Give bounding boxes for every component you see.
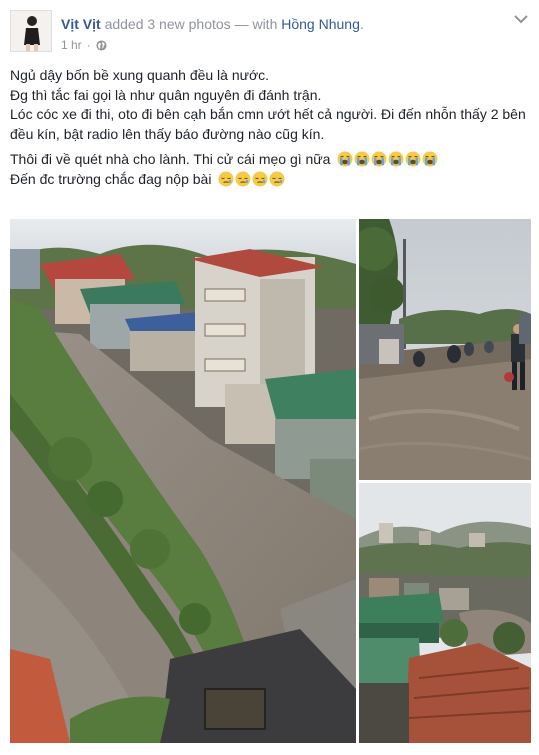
post-paragraph-2: Thôi đi về quét nhà cho lành. Thi cử cái… xyxy=(10,150,530,189)
header-period: . xyxy=(359,16,364,32)
sleepy-face-icon xyxy=(269,171,285,186)
globe-icon[interactable] xyxy=(96,39,107,51)
post-line: Lóc cóc xe đi thi, oto đi bên cạh bắn cm… xyxy=(10,106,526,142)
photo-flooded-town-view[interactable] xyxy=(359,483,531,743)
post-line-text: Thôi đi về quét nhà cho lành. Thi cử cái… xyxy=(10,151,331,167)
avatar[interactable] xyxy=(10,10,52,52)
sleepy-face-icon xyxy=(218,171,234,186)
post-line: Ngủ dậy bốn bề xung quanh đều là nước. xyxy=(10,67,270,83)
photo-flooded-town-view-image xyxy=(359,483,531,743)
post-line: Thôi đi về quét nhà cho lành. Thi cử cái… xyxy=(10,150,530,170)
crying-face-icon xyxy=(422,151,438,167)
post-time[interactable]: 1 hr xyxy=(61,37,82,53)
author-name[interactable]: Vịt Vịt xyxy=(61,16,101,32)
chevron-down-icon[interactable] xyxy=(513,12,529,26)
emoji-group-crying xyxy=(337,151,438,167)
post-line: Đến đc trường chắc đag nộp bài xyxy=(10,170,530,190)
crying-face-icon xyxy=(354,151,370,167)
photo-flooded-road-motorbikes-image xyxy=(359,219,531,480)
photo-flooded-street-aerial[interactable] xyxy=(10,219,356,743)
crying-face-icon xyxy=(405,151,421,167)
post-text: Ngủ dậy bốn bề xung quanh đều là nước. Đ… xyxy=(10,66,530,195)
with-prefix: — with xyxy=(234,16,278,32)
crying-face-icon xyxy=(388,151,404,167)
emoji-group-sleepy xyxy=(218,171,285,187)
sleepy-face-icon xyxy=(235,171,251,186)
crying-face-icon xyxy=(371,151,387,167)
post-line: Đg thì tắc fai gọi là như quân nguyên đi… xyxy=(10,86,322,103)
post-paragraph-1: Ngủ dậy bốn bề xung quanh đều là nước. Đ… xyxy=(10,66,530,144)
post-subheader: 1 hr · xyxy=(61,37,107,53)
sleepy-face-icon xyxy=(252,171,268,186)
photo-flooded-road-motorbikes[interactable] xyxy=(359,219,531,480)
feed-post: Vịt Vịt added 3 new photos — with Hồng N… xyxy=(0,0,539,755)
crying-face-icon xyxy=(337,151,353,167)
avatar-image xyxy=(11,11,51,51)
post-line-text: Đến đc trường chắc đag nộp bài xyxy=(10,170,212,187)
post-action: added 3 new photos xyxy=(104,16,231,32)
time-separator: · xyxy=(86,38,91,52)
post-header: Vịt Vịt added 3 new photos — with Hồng N… xyxy=(61,15,364,33)
photo-flooded-street-aerial-image xyxy=(10,219,356,743)
tagged-friend[interactable]: Hồng Nhung xyxy=(281,16,360,32)
